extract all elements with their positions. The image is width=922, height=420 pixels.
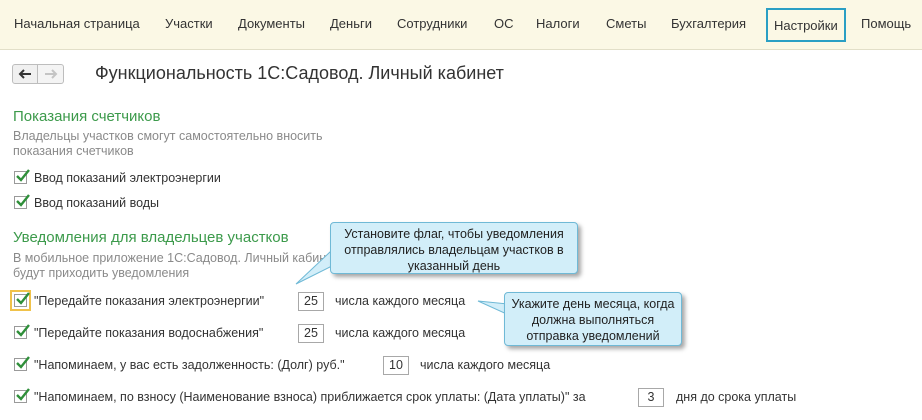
checkmark-icon xyxy=(16,169,30,182)
meters-hint: Владельцы участков смогут самостоятельно… xyxy=(13,129,323,158)
arrow-right-icon xyxy=(44,69,57,79)
electricity-input-label: Ввод показаний электроэнергии xyxy=(34,171,221,185)
notifications-section-title: Уведомления для владельцев участков xyxy=(13,229,289,246)
forward-button[interactable] xyxy=(38,64,64,84)
back-button[interactable] xyxy=(12,64,38,84)
checkmark-icon xyxy=(16,388,30,401)
meters-section-title: Показания счетчиков xyxy=(13,108,161,125)
fee-due-reminder-days-field[interactable]: 3 xyxy=(638,388,664,407)
water-reminder-checkbox[interactable] xyxy=(14,324,30,339)
flag-hint-callout: Установите флаг, чтобы уведомления отпра… xyxy=(330,222,578,274)
page-title: Функциональность 1С:Садовод. Личный каби… xyxy=(95,63,504,83)
debt-reminder-checkbox[interactable] xyxy=(14,356,30,371)
fee-due-reminder-label: "Напоминаем, по взносу (Наименование взн… xyxy=(34,390,586,404)
menu-item-plots[interactable]: Участки xyxy=(165,16,213,31)
fee-due-reminder-checkbox[interactable] xyxy=(14,388,30,403)
menu-item-accounting[interactable]: Бухгалтерия xyxy=(671,16,746,31)
electricity-input-checkbox[interactable] xyxy=(14,169,30,184)
menu-item-documents[interactable]: Документы xyxy=(238,16,305,31)
water-reminder-label: "Передайте показания водоснабжения" xyxy=(34,326,264,340)
water-reminder-suffix: числа каждого месяца xyxy=(335,326,466,340)
menu-item-settings[interactable]: Настройки xyxy=(766,8,846,42)
water-reminder-day-field[interactable]: 25 xyxy=(298,324,324,343)
checkmark-icon xyxy=(16,194,30,207)
debt-reminder-label: "Напоминаем, у вас есть задолженность: (… xyxy=(34,358,345,372)
checkmark-icon xyxy=(16,324,30,337)
notifications-hint: В мобильное приложение 1С:Садовод. Личны… xyxy=(13,251,339,280)
checkmark-icon xyxy=(16,356,30,369)
menu-item-taxes[interactable]: Налоги xyxy=(536,16,580,31)
menu-item-help[interactable]: Помощь xyxy=(861,16,911,31)
water-input-checkbox[interactable] xyxy=(14,194,30,209)
electricity-reminder-checkbox[interactable] xyxy=(10,290,31,311)
menu-item-estimates[interactable]: Сметы xyxy=(606,16,646,31)
electricity-reminder-day-field[interactable]: 25 xyxy=(298,292,324,311)
water-input-label: Ввод показаний воды xyxy=(34,196,160,210)
arrow-left-icon xyxy=(18,69,31,79)
checkmark-icon xyxy=(16,292,30,305)
menu-item-home[interactable]: Начальная страница xyxy=(14,16,140,31)
top-menu-bar: Начальная страница Участки Документы Ден… xyxy=(0,0,922,50)
menu-item-os[interactable]: ОС xyxy=(494,16,514,31)
menu-item-employees[interactable]: Сотрудники xyxy=(397,16,467,31)
day-hint-callout: Укажите день месяца, когда должна выполн… xyxy=(504,292,682,346)
debt-reminder-day-field[interactable]: 10 xyxy=(383,356,409,375)
electricity-reminder-label: "Передайте показания электроэнергии" xyxy=(34,294,265,308)
menu-item-money[interactable]: Деньги xyxy=(330,16,372,31)
debt-reminder-suffix: числа каждого месяца xyxy=(420,358,551,372)
electricity-reminder-suffix: числа каждого месяца xyxy=(335,294,466,308)
fee-due-reminder-suffix: дня до срока уплаты xyxy=(676,390,797,404)
